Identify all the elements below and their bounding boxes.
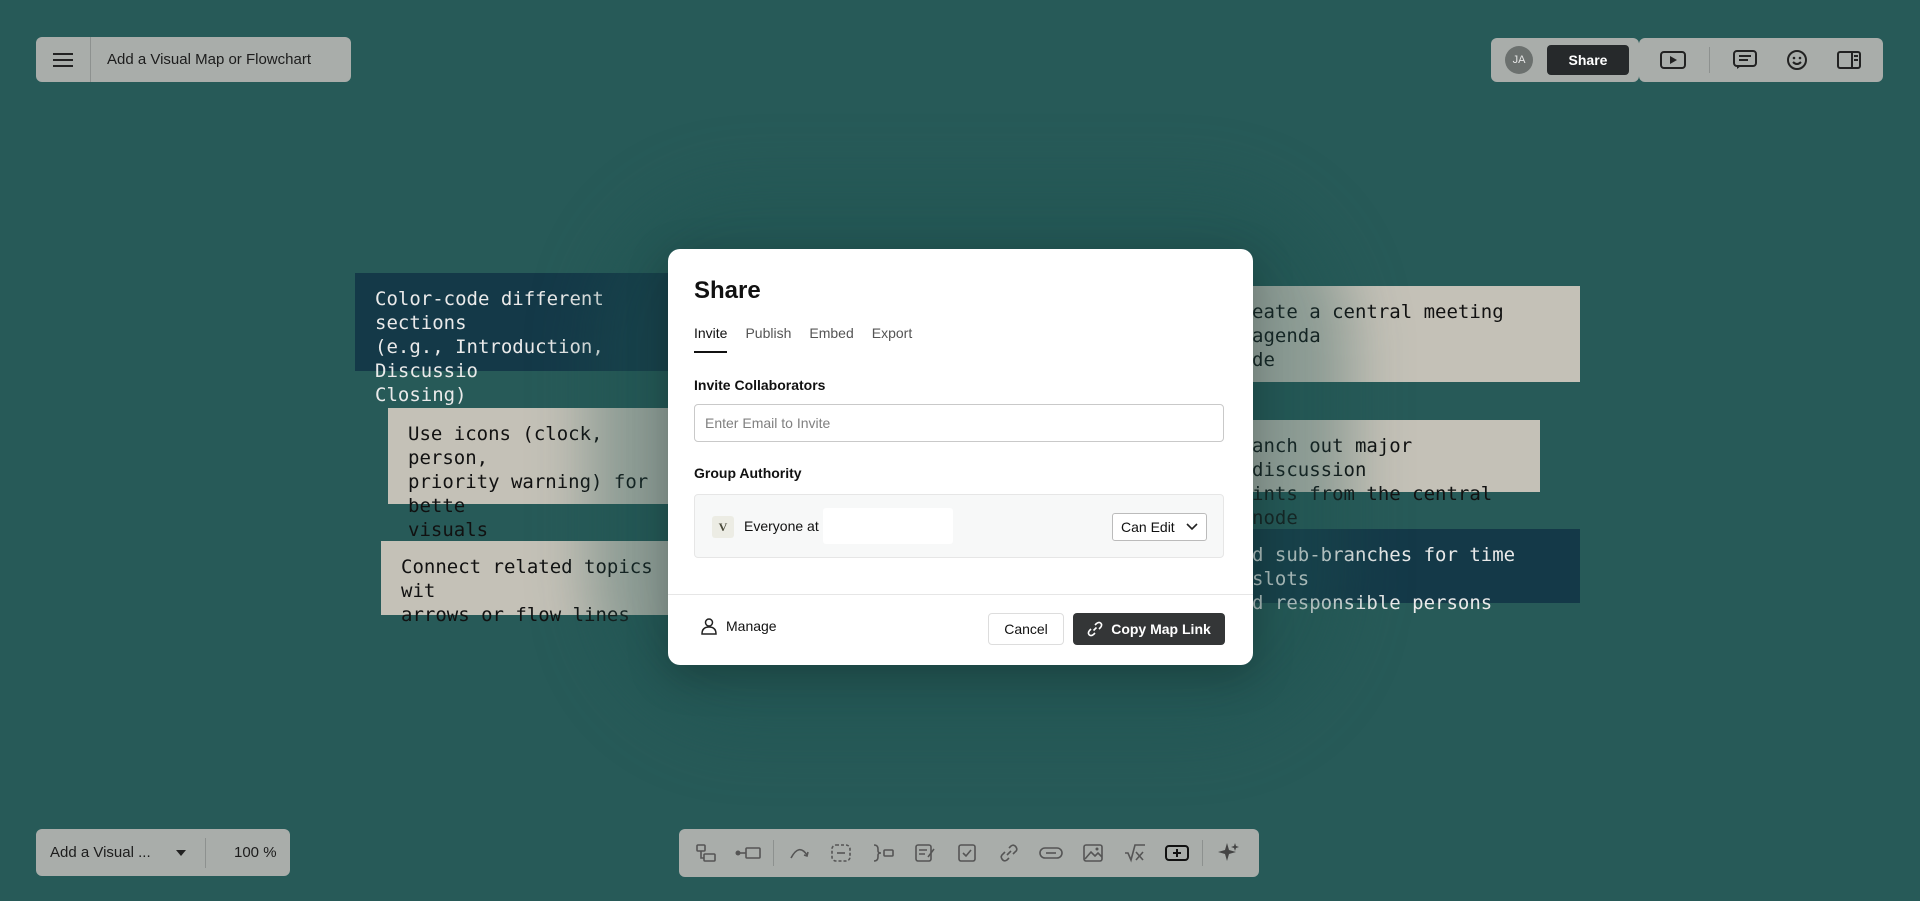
organization-logo: V	[712, 516, 734, 538]
chevron-down-icon	[1186, 523, 1198, 531]
group-name: Everyone at	[744, 518, 819, 534]
group-authority-label: Group Authority	[694, 465, 802, 481]
tab-invite[interactable]: Invite	[694, 325, 728, 353]
manage-label: Manage	[726, 618, 777, 634]
modal-overlay: Share Invite Publish Embed Export Invite…	[0, 0, 1920, 901]
permission-value: Can Edit	[1121, 519, 1175, 535]
organization-name-redacted	[823, 508, 953, 544]
tab-export[interactable]: Export	[872, 325, 912, 353]
link-icon	[1087, 621, 1103, 637]
manage-button[interactable]: Manage	[700, 617, 777, 635]
email-invite-input[interactable]	[694, 404, 1224, 442]
tab-embed[interactable]: Embed	[809, 325, 853, 353]
share-tabs: Invite Publish Embed Export	[694, 325, 912, 353]
tab-publish[interactable]: Publish	[745, 325, 791, 353]
copy-map-link-label: Copy Map Link	[1111, 621, 1211, 637]
dialog-title: Share	[694, 277, 761, 304]
group-authority-row: V Everyone at Can Edit	[694, 494, 1224, 558]
invite-collaborators-label: Invite Collaborators	[694, 377, 826, 393]
person-icon	[701, 618, 717, 635]
footer-divider	[668, 594, 1253, 595]
cancel-button[interactable]: Cancel	[988, 613, 1064, 645]
copy-map-link-button[interactable]: Copy Map Link	[1073, 613, 1225, 645]
share-dialog: Share Invite Publish Embed Export Invite…	[668, 249, 1253, 665]
permission-select[interactable]: Can Edit	[1112, 513, 1207, 541]
